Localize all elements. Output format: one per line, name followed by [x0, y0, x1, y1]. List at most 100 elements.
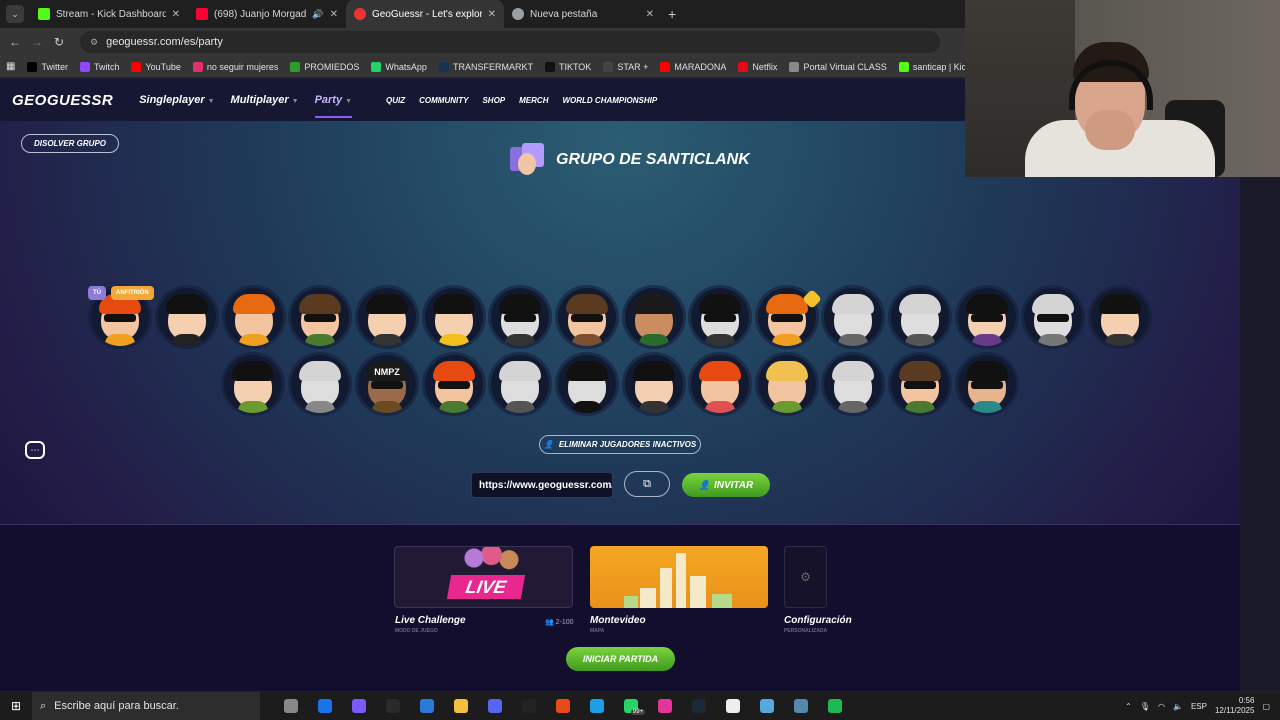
- bookmark-item[interactable]: TIKTOK: [544, 61, 591, 72]
- chat-icon[interactable]: ⋯: [25, 441, 45, 459]
- nav-quiz[interactable]: QUIZ: [386, 96, 405, 105]
- language-indicator[interactable]: ESP: [1191, 702, 1207, 711]
- party-member-avatar[interactable]: [158, 288, 216, 346]
- speaker-icon[interactable]: 🔊: [312, 9, 323, 20]
- party-member-avatar[interactable]: [291, 355, 349, 413]
- party-member-avatar[interactable]: [225, 288, 283, 346]
- taskbar-app-icon[interactable]: [784, 699, 818, 713]
- bookmark-item[interactable]: TRANSFERMARKT: [438, 61, 533, 72]
- bookmark-item[interactable]: Netflix: [738, 61, 777, 72]
- nav-shop[interactable]: SHOP: [482, 96, 505, 105]
- tab-kick-dashboard[interactable]: Stream - Kick Dashboard ✕: [30, 0, 188, 28]
- party-member-avatar[interactable]: [758, 355, 816, 413]
- bookmark-item[interactable]: STAR +: [603, 61, 648, 72]
- settings-card[interactable]: ⚙: [784, 546, 827, 608]
- party-member-avatar[interactable]: [891, 355, 949, 413]
- tab-geoguessr[interactable]: GeoGuessr - Let's explore the✕: [346, 0, 504, 28]
- nav-singleplayer[interactable]: Singleplayer ▼: [139, 94, 214, 106]
- disband-group-button[interactable]: DISOLVER GRUPO: [21, 134, 120, 153]
- wifi-icon[interactable]: ◠: [1158, 702, 1165, 711]
- taskbar-app-icon[interactable]: [750, 699, 784, 713]
- clock[interactable]: 0:56 12/11/2025: [1215, 696, 1254, 716]
- forward-icon[interactable]: →: [26, 35, 48, 49]
- tab-search-button[interactable]: ⌄: [6, 5, 24, 23]
- taskbar-app-icon[interactable]: [274, 699, 308, 713]
- nav-multiplayer[interactable]: Multiplayer ▼: [231, 94, 299, 106]
- taskbar-app-icon[interactable]: [342, 699, 376, 713]
- party-member-avatar[interactable]: [491, 288, 549, 346]
- party-member-avatar[interactable]: [891, 288, 949, 346]
- close-tab-icon[interactable]: ✕: [172, 9, 180, 20]
- party-member-avatar[interactable]: [824, 288, 882, 346]
- party-member-avatar[interactable]: [625, 288, 683, 346]
- party-member-avatar[interactable]: [824, 355, 882, 413]
- taskbar-app-icon[interactable]: 99+: [614, 699, 648, 715]
- game-mode-card[interactable]: LIVE: [394, 546, 573, 608]
- party-member-avatar[interactable]: [425, 355, 483, 413]
- party-member-avatar[interactable]: [1091, 288, 1149, 346]
- notifications-icon[interactable]: ▢: [1262, 702, 1270, 711]
- nav-merch[interactable]: MERCH: [519, 96, 548, 105]
- close-tab-icon[interactable]: ✕: [330, 9, 338, 20]
- bookmark-item[interactable]: Twitch: [79, 61, 119, 72]
- party-member-avatar[interactable]: [491, 355, 549, 413]
- taskbar-app-icon[interactable]: [308, 699, 342, 713]
- back-icon[interactable]: ←: [4, 35, 26, 49]
- party-member-avatar[interactable]: [291, 288, 349, 346]
- bookmark-item[interactable]: no seguir mujeres: [192, 61, 278, 72]
- windows-start-icon[interactable]: ⊞: [0, 699, 32, 713]
- taskbar-app-icon[interactable]: [376, 699, 410, 713]
- close-tab-icon[interactable]: ✕: [488, 9, 496, 20]
- bookmark-item[interactable]: Portal Virtual CLASS: [789, 61, 887, 72]
- start-game-button[interactable]: INICIAR PARTIDA: [566, 647, 675, 671]
- party-member-avatar[interactable]: [1024, 288, 1082, 346]
- taskbar-app-icon[interactable]: [716, 699, 750, 713]
- nav-community[interactable]: COMMUNITY: [419, 96, 468, 105]
- party-member-avatar[interactable]: [958, 355, 1016, 413]
- party-member-avatar[interactable]: [425, 288, 483, 346]
- reload-icon[interactable]: ↻: [48, 35, 70, 49]
- taskbar-app-icon[interactable]: [648, 699, 682, 713]
- nav-world-championship[interactable]: WORLD CHAMPIONSHIP: [562, 96, 657, 105]
- party-member-avatar[interactable]: NMPZ: [358, 355, 416, 413]
- url-field[interactable]: ⚙ geoguessr.com/es/party: [80, 31, 940, 53]
- invite-link-field[interactable]: https://www.geoguessr.com/join/: [471, 472, 613, 498]
- tab-youtube[interactable]: (698) Juanjo Morgade - Tu🔊✕: [188, 0, 346, 28]
- taskbar-app-icon[interactable]: [580, 699, 614, 713]
- taskbar-app-icon[interactable]: [818, 699, 852, 713]
- taskbar-app-icon[interactable]: [444, 699, 478, 713]
- bookmark-item[interactable]: PROMIEDOS: [290, 61, 359, 72]
- party-member-avatar[interactable]: [958, 288, 1016, 346]
- tab-new[interactable]: Nueva pestaña ✕: [504, 0, 662, 28]
- taskbar-search[interactable]: ⌕ Escribe aquí para buscar.: [32, 692, 260, 720]
- site-info-icon[interactable]: ⚙: [90, 37, 98, 48]
- party-member-avatar[interactable]: [558, 355, 616, 413]
- chevron-up-icon[interactable]: ⌃: [1125, 702, 1132, 711]
- party-member-avatar[interactable]: [224, 355, 282, 413]
- taskbar-app-icon[interactable]: [546, 699, 580, 713]
- mic-icon[interactable]: 🎙: [1140, 702, 1150, 711]
- geoguessr-logo[interactable]: GEOGUESSR: [12, 92, 113, 109]
- party-member-avatar[interactable]: [691, 355, 749, 413]
- close-tab-icon[interactable]: ✕: [646, 9, 654, 20]
- apps-grid-icon[interactable]: ▦: [6, 61, 15, 72]
- nav-party[interactable]: Party ▼: [314, 94, 353, 118]
- taskbar-app-icon[interactable]: [512, 699, 546, 713]
- bookmark-item[interactable]: santicap | Kick: [898, 61, 971, 72]
- party-member-avatar[interactable]: [558, 288, 616, 346]
- party-member-avatar[interactable]: [358, 288, 416, 346]
- bookmark-item[interactable]: MARADONA: [660, 61, 726, 72]
- new-tab-button[interactable]: +: [668, 6, 676, 22]
- taskbar-app-icon[interactable]: [410, 699, 444, 713]
- bookmark-item[interactable]: WhatsApp: [371, 61, 427, 72]
- remove-inactive-button[interactable]: 👤 ELIMINAR JUGADORES INACTIVOS: [539, 435, 701, 454]
- bookmark-item[interactable]: Twitter: [27, 61, 68, 72]
- taskbar-app-icon[interactable]: [682, 699, 716, 713]
- taskbar-app-icon[interactable]: [478, 699, 512, 713]
- volume-icon[interactable]: 🔈: [1173, 702, 1183, 711]
- party-member-avatar[interactable]: [691, 288, 749, 346]
- party-member-avatar[interactable]: [625, 355, 683, 413]
- bookmark-item[interactable]: YouTube: [131, 61, 181, 72]
- copy-link-button[interactable]: ⧉: [624, 471, 670, 497]
- map-card[interactable]: [590, 546, 768, 608]
